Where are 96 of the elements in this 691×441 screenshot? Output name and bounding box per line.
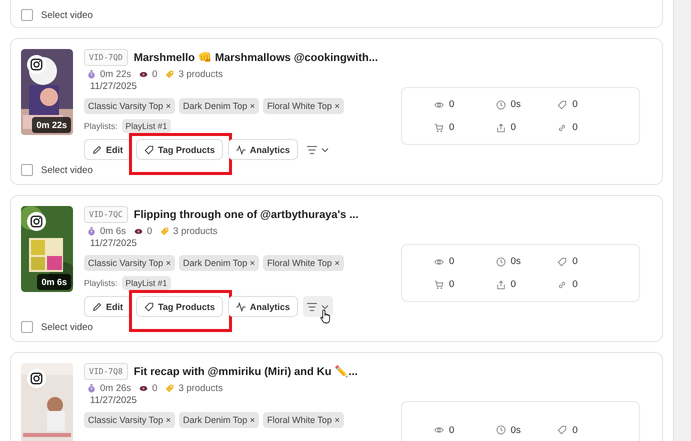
action-button[interactable]: Tag Products	[136, 139, 223, 160]
product-tag[interactable]: Floral White Top ×	[263, 98, 344, 114]
product-tag[interactable]: Classic Varsity Top ×	[84, 255, 175, 271]
filter-icon	[306, 302, 330, 312]
instagram-icon	[27, 55, 46, 74]
stopwatch-icon	[87, 384, 96, 393]
tag-icon	[144, 144, 154, 154]
cart-icon	[434, 280, 444, 290]
views-count: 0	[152, 69, 158, 80]
video-title: Flipping through one of @artbythuraya's ...	[134, 208, 359, 220]
eye-icon	[139, 70, 148, 79]
eye-icon	[434, 425, 444, 435]
video-title: Fit recap with @mmiriku (Miri) and Ku ✏...	[134, 365, 358, 378]
product-tag[interactable]: Dark Denim Top ×	[178, 412, 260, 428]
eye-icon	[134, 227, 143, 236]
pulse-icon	[236, 302, 246, 312]
stat-value: 0s	[510, 424, 521, 436]
instagram-icon	[27, 212, 46, 231]
stat-value: 0	[572, 99, 578, 110]
duration-text: 0m 26s	[100, 383, 132, 394]
select-label: Select video	[41, 322, 93, 332]
action-button[interactable]: Analytics	[228, 139, 298, 160]
link-icon	[557, 122, 568, 132]
select-checkbox[interactable]	[21, 321, 33, 333]
product-tag[interactable]: Floral White Top ×	[263, 255, 344, 271]
product-tag[interactable]: Dark Denim Top ×	[178, 255, 260, 271]
stat-value: 0	[449, 122, 454, 133]
tag-icon	[557, 256, 568, 266]
duration-badge: 0m 6s	[37, 274, 71, 290]
playlist-tag[interactable]: PlayList #1	[122, 276, 172, 290]
stat-value: 0	[449, 99, 454, 110]
stat-value: 0	[510, 279, 516, 290]
duration-badge: 0m 22s	[32, 117, 71, 133]
tag-icon	[557, 425, 568, 435]
product-tag[interactable]: Classic Varsity Top ×	[84, 98, 175, 114]
stat-value: 0s	[510, 256, 521, 267]
eye-icon	[139, 384, 148, 393]
video-id-badge: VID-7QC	[84, 206, 128, 223]
video-id-badge: VID-7QD	[84, 49, 128, 66]
hand-cursor-icon	[320, 308, 332, 325]
stat-value: 0	[572, 256, 578, 267]
clock-icon	[496, 256, 506, 266]
product-tag[interactable]: Classic Varsity Top ×	[84, 412, 175, 428]
select-label: Select video	[41, 10, 93, 20]
stat-value: 0	[449, 424, 454, 436]
stat-value: 0	[449, 279, 454, 290]
products-count: 3 products	[178, 69, 223, 80]
cart-icon	[434, 122, 444, 132]
pencil-icon	[92, 144, 102, 154]
action-button[interactable]: Tag Products	[136, 296, 223, 317]
clock-icon	[496, 425, 506, 435]
eye-icon	[434, 100, 444, 110]
stat-value: 0	[510, 122, 516, 133]
stat-value: 0	[572, 279, 578, 290]
pencil-icon	[92, 302, 102, 312]
stat-value: 0	[572, 424, 578, 436]
duration-text: 0m 6s	[100, 226, 126, 237]
select-checkbox[interactable]	[21, 164, 33, 176]
tag-icon	[160, 227, 170, 236]
stat-value: 0	[449, 256, 454, 267]
link-icon	[557, 280, 568, 290]
tag-icon	[165, 70, 174, 79]
playlist-tag[interactable]: PlayList #1	[122, 119, 172, 133]
share-icon	[496, 280, 506, 290]
product-tag[interactable]: Dark Denim Top ×	[178, 98, 260, 114]
action-button[interactable]: Edit	[84, 296, 131, 317]
tag-icon	[557, 100, 568, 110]
select-checkbox[interactable]	[21, 9, 33, 21]
duration-text: 0m 22s	[100, 69, 132, 80]
filter-icon	[306, 144, 330, 154]
playlists-label: Playlists:	[84, 121, 118, 131]
video-date: 11/27/2025	[90, 238, 138, 249]
select-label: Select video	[41, 164, 93, 176]
tag-icon	[165, 384, 174, 393]
stopwatch-icon	[87, 70, 96, 79]
instagram-icon	[27, 369, 46, 388]
stat-value: 0	[572, 122, 578, 133]
eye-icon	[434, 256, 444, 266]
share-icon	[496, 122, 506, 132]
video-date: 11/27/2025	[90, 395, 138, 406]
video-title: Marshmello 👊 Marshmallows @cookingwith...	[134, 51, 378, 64]
clock-icon	[496, 100, 506, 110]
action-button[interactable]: Edit	[84, 139, 131, 160]
video-id-badge: VID-7Q8	[84, 363, 128, 380]
pulse-icon	[236, 144, 246, 154]
stopwatch-icon	[87, 227, 96, 236]
views-count: 0	[152, 383, 158, 394]
playlists-label: Playlists:	[84, 278, 118, 288]
action-button[interactable]: Analytics	[228, 296, 298, 317]
product-tag[interactable]: Floral White Top ×	[263, 412, 344, 428]
products-count: 3 products	[173, 226, 218, 237]
tag-icon	[144, 302, 154, 312]
products-count: 3 products	[178, 383, 223, 394]
stat-value: 0s	[510, 99, 521, 110]
views-count: 0	[146, 226, 152, 237]
video-date: 11/27/2025	[90, 81, 138, 92]
